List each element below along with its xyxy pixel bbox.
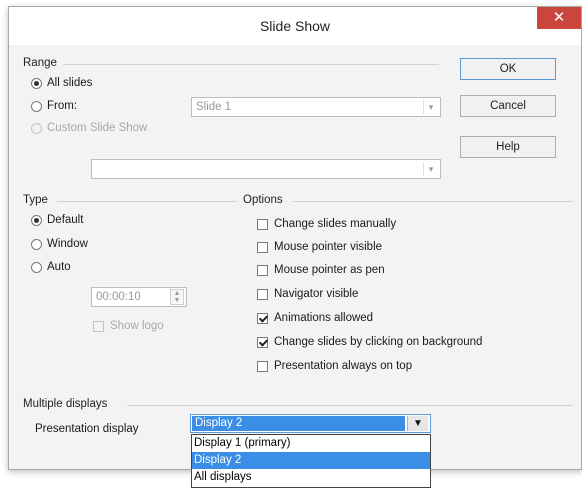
close-button[interactable]: ✕ [537,7,581,29]
radio-all-slides[interactable]: All slides [31,74,92,92]
title-bar: Slide Show ✕ [9,7,581,45]
presentation-display-dropdown: Display 1 (primary) Display 2 All displa… [191,434,431,488]
radio-all-slides-label: All slides [47,77,93,89]
dialog-title: Slide Show [259,18,331,34]
option-always-on-top-box[interactable] [257,360,268,372]
cancel-button[interactable]: Cancel [460,95,556,117]
ok-button[interactable]: OK [460,58,556,80]
presentation-display-select[interactable]: Display 2 ▼ [190,414,431,433]
radio-default[interactable]: Default [31,211,83,229]
radio-from[interactable]: From: [31,97,77,115]
option-navigator-visible-label: Navigator visible [274,288,359,300]
radio-from-indicator[interactable] [31,100,42,112]
presentation-display-value: Display 2 [192,416,405,431]
option-navigator-visible[interactable]: Navigator visible [257,285,358,303]
chevron-down-icon: ▾ [423,162,438,176]
multiple-displays-divider [127,405,573,406]
spin-arrows-icon[interactable]: ▲ ▼ [170,289,184,305]
option-change-slides-on-click-label: Change slides by clicking on background [274,336,483,348]
option-animations-allowed-box[interactable] [257,312,268,324]
option-change-slides-manually-box[interactable] [257,218,268,230]
from-slide-select[interactable]: Slide 1 ▾ [191,97,441,117]
presentation-display-label: Presentation display [35,423,139,435]
option-mouse-pointer-visible-label: Mouse pointer visible [274,241,383,253]
option-mouse-pointer-visible-box[interactable] [257,241,268,253]
option-animations-allowed[interactable]: Animations allowed [257,309,373,327]
option-always-on-top-label: Presentation always on top [274,360,413,372]
checkbox-show-logo-label: Show logo [110,320,164,332]
radio-window-indicator[interactable] [31,238,42,250]
range-label: Range [23,57,57,69]
from-slide-value: Slide 1 [196,101,232,113]
chevron-down-icon: ▾ [423,100,438,114]
options-label: Options [243,194,283,206]
radio-default-indicator[interactable] [31,214,42,226]
radio-default-label: Default [47,214,84,226]
option-mouse-pointer-as-pen[interactable]: Mouse pointer as pen [257,261,385,279]
slide-show-dialog: Slide Show ✕ Range All slides From: Cust… [8,6,582,470]
type-label: Type [23,194,48,206]
option-change-slides-manually[interactable]: Change slides manually [257,215,396,233]
type-divider [57,201,237,202]
option-change-slides-manually-label: Change slides manually [274,218,397,230]
range-divider [63,64,439,65]
auto-pause-time-field[interactable]: 00:00:10 ▲ ▼ [91,287,187,307]
help-button[interactable]: Help [460,136,556,158]
options-divider [293,201,573,202]
option-mouse-pointer-as-pen-box[interactable] [257,264,268,276]
display-option[interactable]: All displays [192,469,430,486]
option-always-on-top[interactable]: Presentation always on top [257,357,412,375]
option-mouse-pointer-visible[interactable]: Mouse pointer visible [257,238,382,256]
option-animations-allowed-label: Animations allowed [274,312,374,324]
radio-window[interactable]: Window [31,235,88,253]
option-navigator-visible-box[interactable] [257,288,268,300]
chevron-down-icon[interactable]: ▼ [407,416,428,431]
custom-slide-show-select[interactable]: ▾ [91,159,441,179]
radio-custom-indicator[interactable] [31,122,42,134]
display-option[interactable]: Display 1 (primary) [192,435,430,452]
radio-custom-label: Custom Slide Show [47,122,148,134]
option-mouse-pointer-as-pen-label: Mouse pointer as pen [274,264,385,276]
radio-auto-indicator[interactable] [31,261,42,273]
checkbox-show-logo[interactable]: Show logo [93,317,164,335]
option-change-slides-on-click[interactable]: Change slides by clicking on background [257,333,482,351]
radio-auto-label: Auto [47,261,71,273]
option-change-slides-on-click-box[interactable] [257,336,268,348]
checkbox-show-logo-box[interactable] [93,320,104,332]
multiple-displays-label: Multiple displays [23,398,108,410]
radio-window-label: Window [47,238,88,250]
display-option[interactable]: Display 2 [192,452,430,469]
dialog-body: Range All slides From: Custom Slide Show… [9,45,581,469]
radio-all-slides-indicator[interactable] [31,77,42,89]
close-icon: ✕ [552,9,566,26]
radio-from-label: From: [47,100,78,112]
radio-auto[interactable]: Auto [31,258,71,276]
radio-custom-slide-show[interactable]: Custom Slide Show [31,119,147,137]
auto-pause-time-value: 00:00:10 [96,291,141,303]
